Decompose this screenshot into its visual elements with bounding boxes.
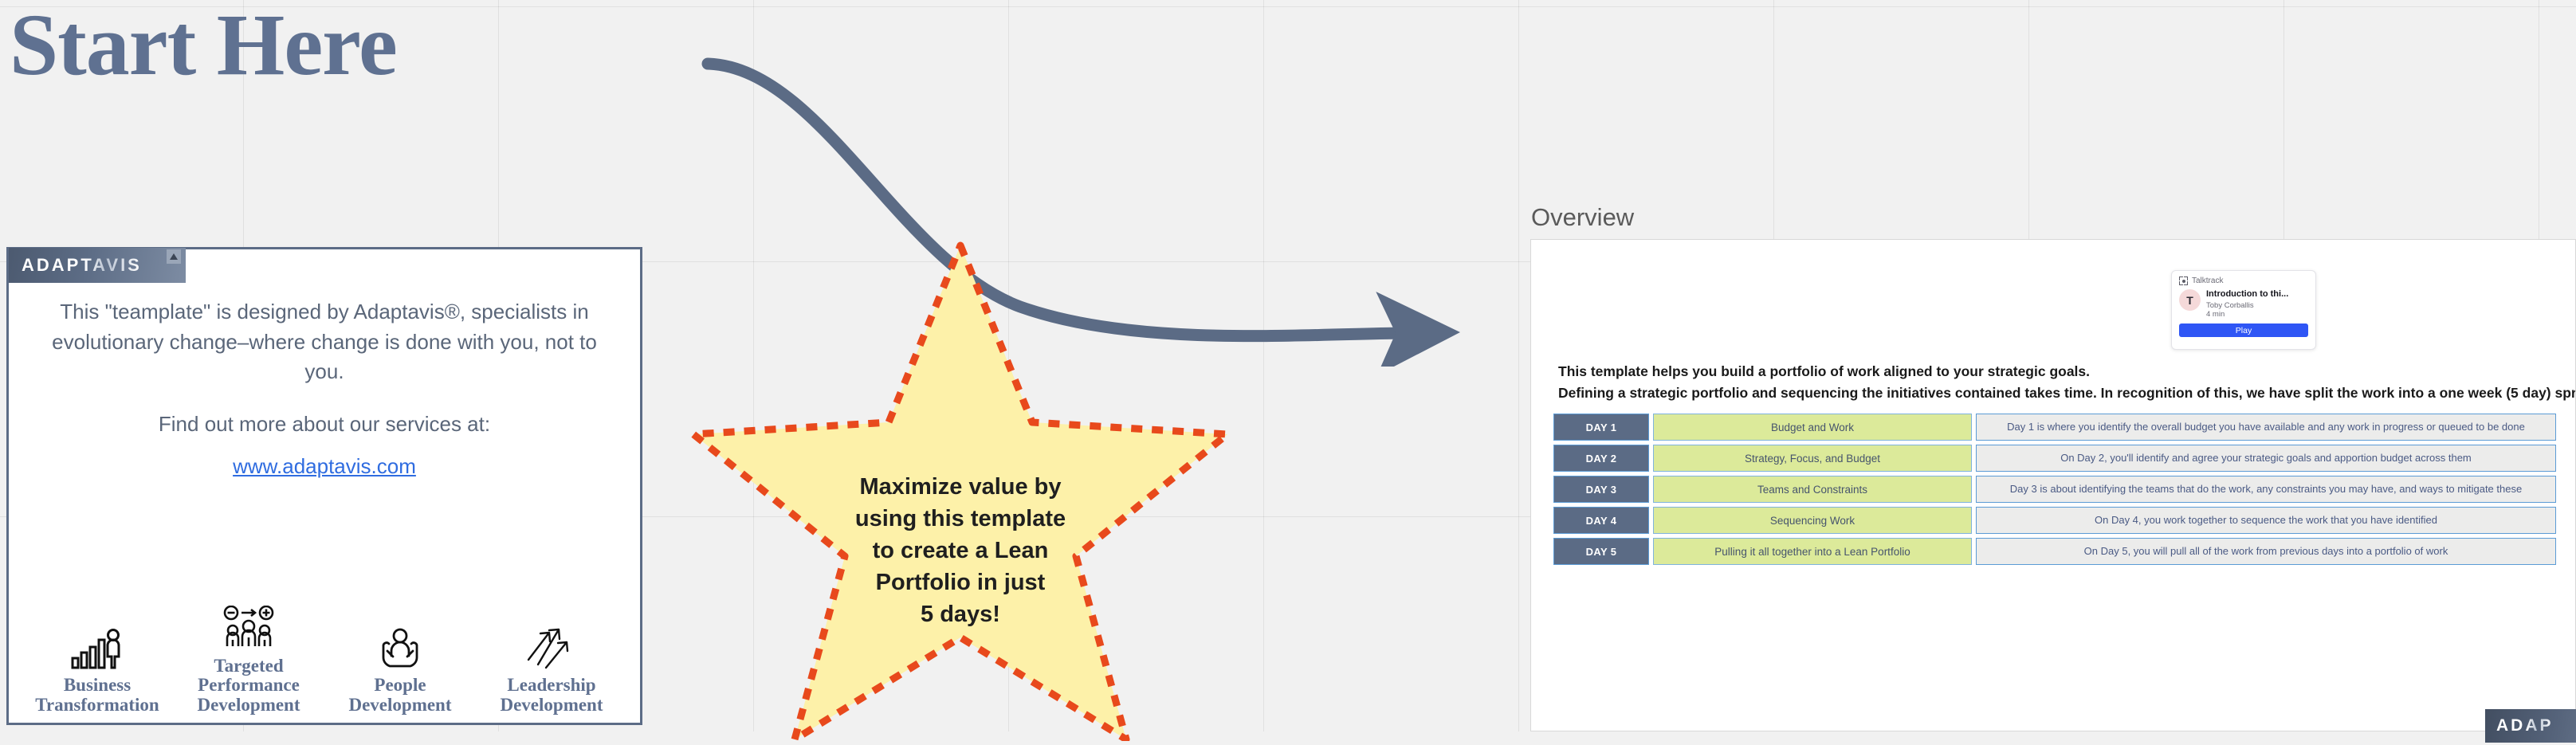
play-button[interactable]: Play [2179,323,2308,338]
service-label: Targeted Performance Development [197,655,300,715]
triangle-badge-icon [167,249,181,264]
overview-intro-line-2: Defining a strategic portfolio and seque… [1558,385,2576,402]
talktrack-frame-icon [2179,276,2188,285]
adaptavis-logo: ADAPTAVIS [9,248,186,283]
star-callout-text: Maximize value by using this template to… [854,474,1066,628]
day-topic[interactable]: Teams and Constraints [1653,476,1972,503]
day-label[interactable]: DAY 2 [1553,445,1649,472]
service-leadership-development: Leadership Development [480,621,623,715]
table-row: DAY 3 Teams and Constraints Day 3 is about… [1553,476,2556,503]
adaptavis-paragraph-2: Find out more about our services at: [158,412,491,437]
bar-chart-person-icon [26,621,169,669]
service-label: Business Transformation [35,675,159,715]
service-label: People Development [348,675,452,715]
service-business-transformation: Business Transformation [26,621,169,715]
rising-arrows-icon [480,621,623,669]
adaptavis-logo-bottom: ADAP [2485,709,2576,743]
table-row: DAY 5 Pulling it all together into a Lean… [1553,538,2556,565]
people-performance-icon [177,602,320,650]
day-description: Day 3 is about identifying the teams tha… [1976,476,2556,503]
service-targeted-performance: Targeted Performance Development [177,602,320,715]
day-topic[interactable]: Pulling it all together into a Lean Port… [1653,538,1972,565]
table-row: DAY 2 Strategy, Focus, and Budget On Day 2… [1553,445,2556,472]
star-callout: Maximize value by using this template to… [677,223,1243,743]
adaptavis-paragraph-1: This "teamplate" is designed by Adaptavi… [52,300,597,384]
talktrack-card[interactable]: Talktrack T Introduction to thi... Toby … [2171,270,2316,350]
talktrack-author: Toby Corballis [2206,301,2254,311]
service-people-development: People Development [328,621,472,715]
day-description: On Day 4, you work together to sequence … [1976,507,2556,534]
overview-intro: This template helps you build a portfoli… [1558,361,2576,404]
day-topic[interactable]: Budget and Work [1653,414,1972,441]
overview-panel: Talktrack T Introduction to thi... Toby … [1530,239,2576,731]
day-topic[interactable]: Sequencing Work [1653,507,1972,534]
day-label[interactable]: DAY 4 [1553,507,1649,534]
talktrack-title: Introduction to thi... [2206,289,2289,299]
talktrack-header: Talktrack [2179,276,2308,285]
day-topic[interactable]: Strategy, Focus, and Budget [1653,445,1972,472]
day-description: Day 1 is where you identify the overall … [1976,414,2556,441]
table-row: DAY 4 Sequencing Work On Day 4, you work t… [1553,507,2556,534]
talktrack-body: T Introduction to thi... Toby Corballis … [2179,289,2308,319]
talktrack-meta: Introduction to thi... Toby Corballis 4 … [2206,289,2288,319]
table-row: DAY 1 Budget and Work Day 1 is where you i… [1553,414,2556,441]
page-title: Start Here [10,0,398,93]
adaptavis-logo-bottom-text: ADAP [2496,716,2554,735]
services-icon-row: Business Transformation Targeted Perform… [9,602,640,715]
overview-intro-line-1: This template helps you build a portfoli… [1558,363,2091,379]
five-day-table: DAY 1 Budget and Work Day 1 is where you i… [1553,414,2556,569]
day-label[interactable]: DAY 3 [1553,476,1649,503]
avatar: T [2179,289,2201,311]
adaptavis-website-link[interactable]: www.adaptavis.com [233,454,416,479]
day-label[interactable]: DAY 5 [1553,538,1649,565]
day-label[interactable]: DAY 1 [1553,414,1649,441]
adaptavis-card-body: This "teamplate" is designed by Adaptavi… [9,249,640,479]
overview-title: Overview [1531,203,1635,231]
adaptavis-info-card: ADAPTAVIS This "teamplate" is designed b… [6,247,642,725]
talktrack-badge-label: Talktrack [2192,276,2224,285]
talktrack-duration: 4 min [2206,310,2225,320]
day-description: On Day 5, you will pull all of the work … [1976,538,2556,565]
hands-person-icon [328,621,472,669]
adaptavis-logo-text: ADAPTAVIS [22,255,142,275]
day-description: On Day 2, you'll identify and agree your… [1976,445,2556,472]
service-label: Leadership Development [500,675,603,715]
